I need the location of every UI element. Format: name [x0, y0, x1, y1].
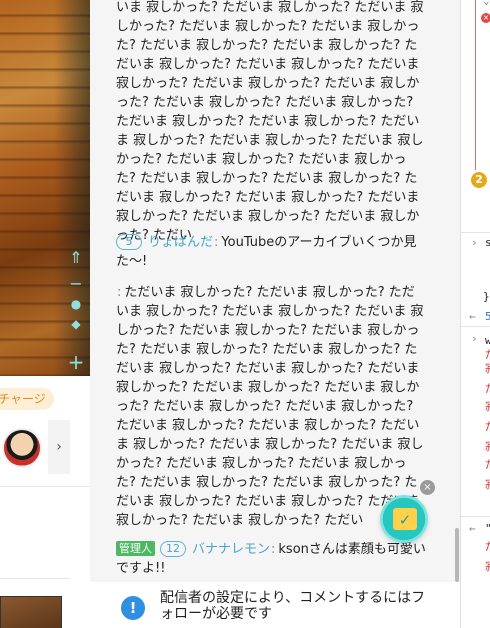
divider [461, 232, 490, 233]
divider [0, 578, 70, 579]
username[interactable]: りょぱんだ [148, 235, 213, 250]
back-arrow-icon[interactable]: ← [469, 522, 476, 536]
error-icon[interactable]: × [481, 13, 490, 23]
devtools-text: だ [485, 382, 490, 396]
devtools-text: 寂 [485, 440, 490, 454]
divider [461, 326, 490, 327]
devtools-text: 寂 [485, 478, 490, 492]
devtools-text: だ [485, 540, 490, 554]
expand-icon[interactable]: › [471, 236, 478, 250]
warning-icon[interactable]: 2 [471, 172, 487, 188]
chat-message: : ただいま 寂しかった? ただいま 寂しかった? ただいま 寂しかった? ただい… [116, 283, 426, 530]
message-text: いま 寂しかった? ただいま 寂しかった? ただいま 寂しかった? ただいま 寂… [116, 0, 424, 243]
devtools-text: 5 [485, 310, 490, 324]
calendar-button[interactable]: ✓ [380, 495, 428, 543]
follow-notice: ! 配信者の設定により、コメントするにはフォローが必要です [90, 582, 460, 628]
upload-icon[interactable]: ⇑ [66, 250, 86, 266]
chevron-right-icon[interactable]: › [48, 420, 70, 474]
streamer-avatar[interactable] [2, 428, 42, 468]
drop-icon[interactable]: ● [66, 296, 86, 312]
devtools-text: 寂 [485, 560, 490, 574]
separator: : [117, 285, 122, 300]
minus-icon[interactable]: − [66, 276, 86, 292]
notice-text: 配信者の設定により、コメントするにはフォローが必要です [160, 590, 426, 622]
level-badge: 5 [116, 234, 142, 250]
devtools-text: w [485, 334, 490, 348]
calendar-check-icon: ✓ [393, 508, 417, 530]
info-icon: ! [121, 596, 145, 620]
devtools-text: だ [485, 458, 490, 472]
expand-icon[interactable]: › [471, 332, 478, 346]
diamond-icon[interactable]: ◆ [66, 316, 86, 332]
player-panel: ⇑ − ● ◆ + チャージ › [0, 0, 90, 628]
username[interactable]: バナナレモン [192, 542, 270, 557]
divider [0, 486, 90, 487]
video-frame[interactable]: ⇑ − ● ◆ + [0, 0, 90, 376]
devtools-text: だ [485, 420, 490, 434]
devtools-text: 寂 [485, 362, 490, 376]
close-icon[interactable]: × [420, 480, 435, 495]
chat-message: 管理人 12 バナナレモン: ksonさんは素顔も可愛いですよ!! [116, 540, 426, 578]
devtools-panel: ⌄ × 2 › s } ← 5 › w だ 寂 だ 寂 だ 寂 だ 寂 ← " … [460, 0, 490, 628]
separator: : [214, 235, 219, 250]
chat-message: いま 寂しかった? ただいま 寂しかった? ただいま 寂しかった? ただいま 寂… [116, 0, 426, 245]
message-text: ただいま 寂しかった? ただいま 寂しかった? ただいま 寂しかった? ただいま… [116, 285, 424, 528]
separator: : [271, 542, 276, 557]
thumbnail-image[interactable] [0, 596, 62, 628]
devtools-text: " [485, 522, 490, 536]
chat-scrollbar[interactable] [455, 528, 459, 582]
back-arrow-icon[interactable]: ← [469, 310, 476, 324]
level-badge: 12 [160, 541, 186, 557]
admin-badge: 管理人 [116, 541, 155, 556]
devtools-text: 寂 [485, 400, 490, 414]
devtools-text: } [483, 290, 490, 303]
chat-message: 5 りょぱんだ: YouTubeのアーカイブいくつか見た〜! [116, 233, 426, 271]
devtools-text: だ [485, 348, 490, 362]
divider [461, 516, 490, 517]
charge-button[interactable]: チャージ [0, 388, 54, 410]
plus-icon[interactable]: + [66, 352, 86, 372]
devtools-error-rail [475, 0, 476, 170]
devtools-text: s [485, 236, 490, 250]
devtools-caret: ⌄ [483, 0, 490, 7]
